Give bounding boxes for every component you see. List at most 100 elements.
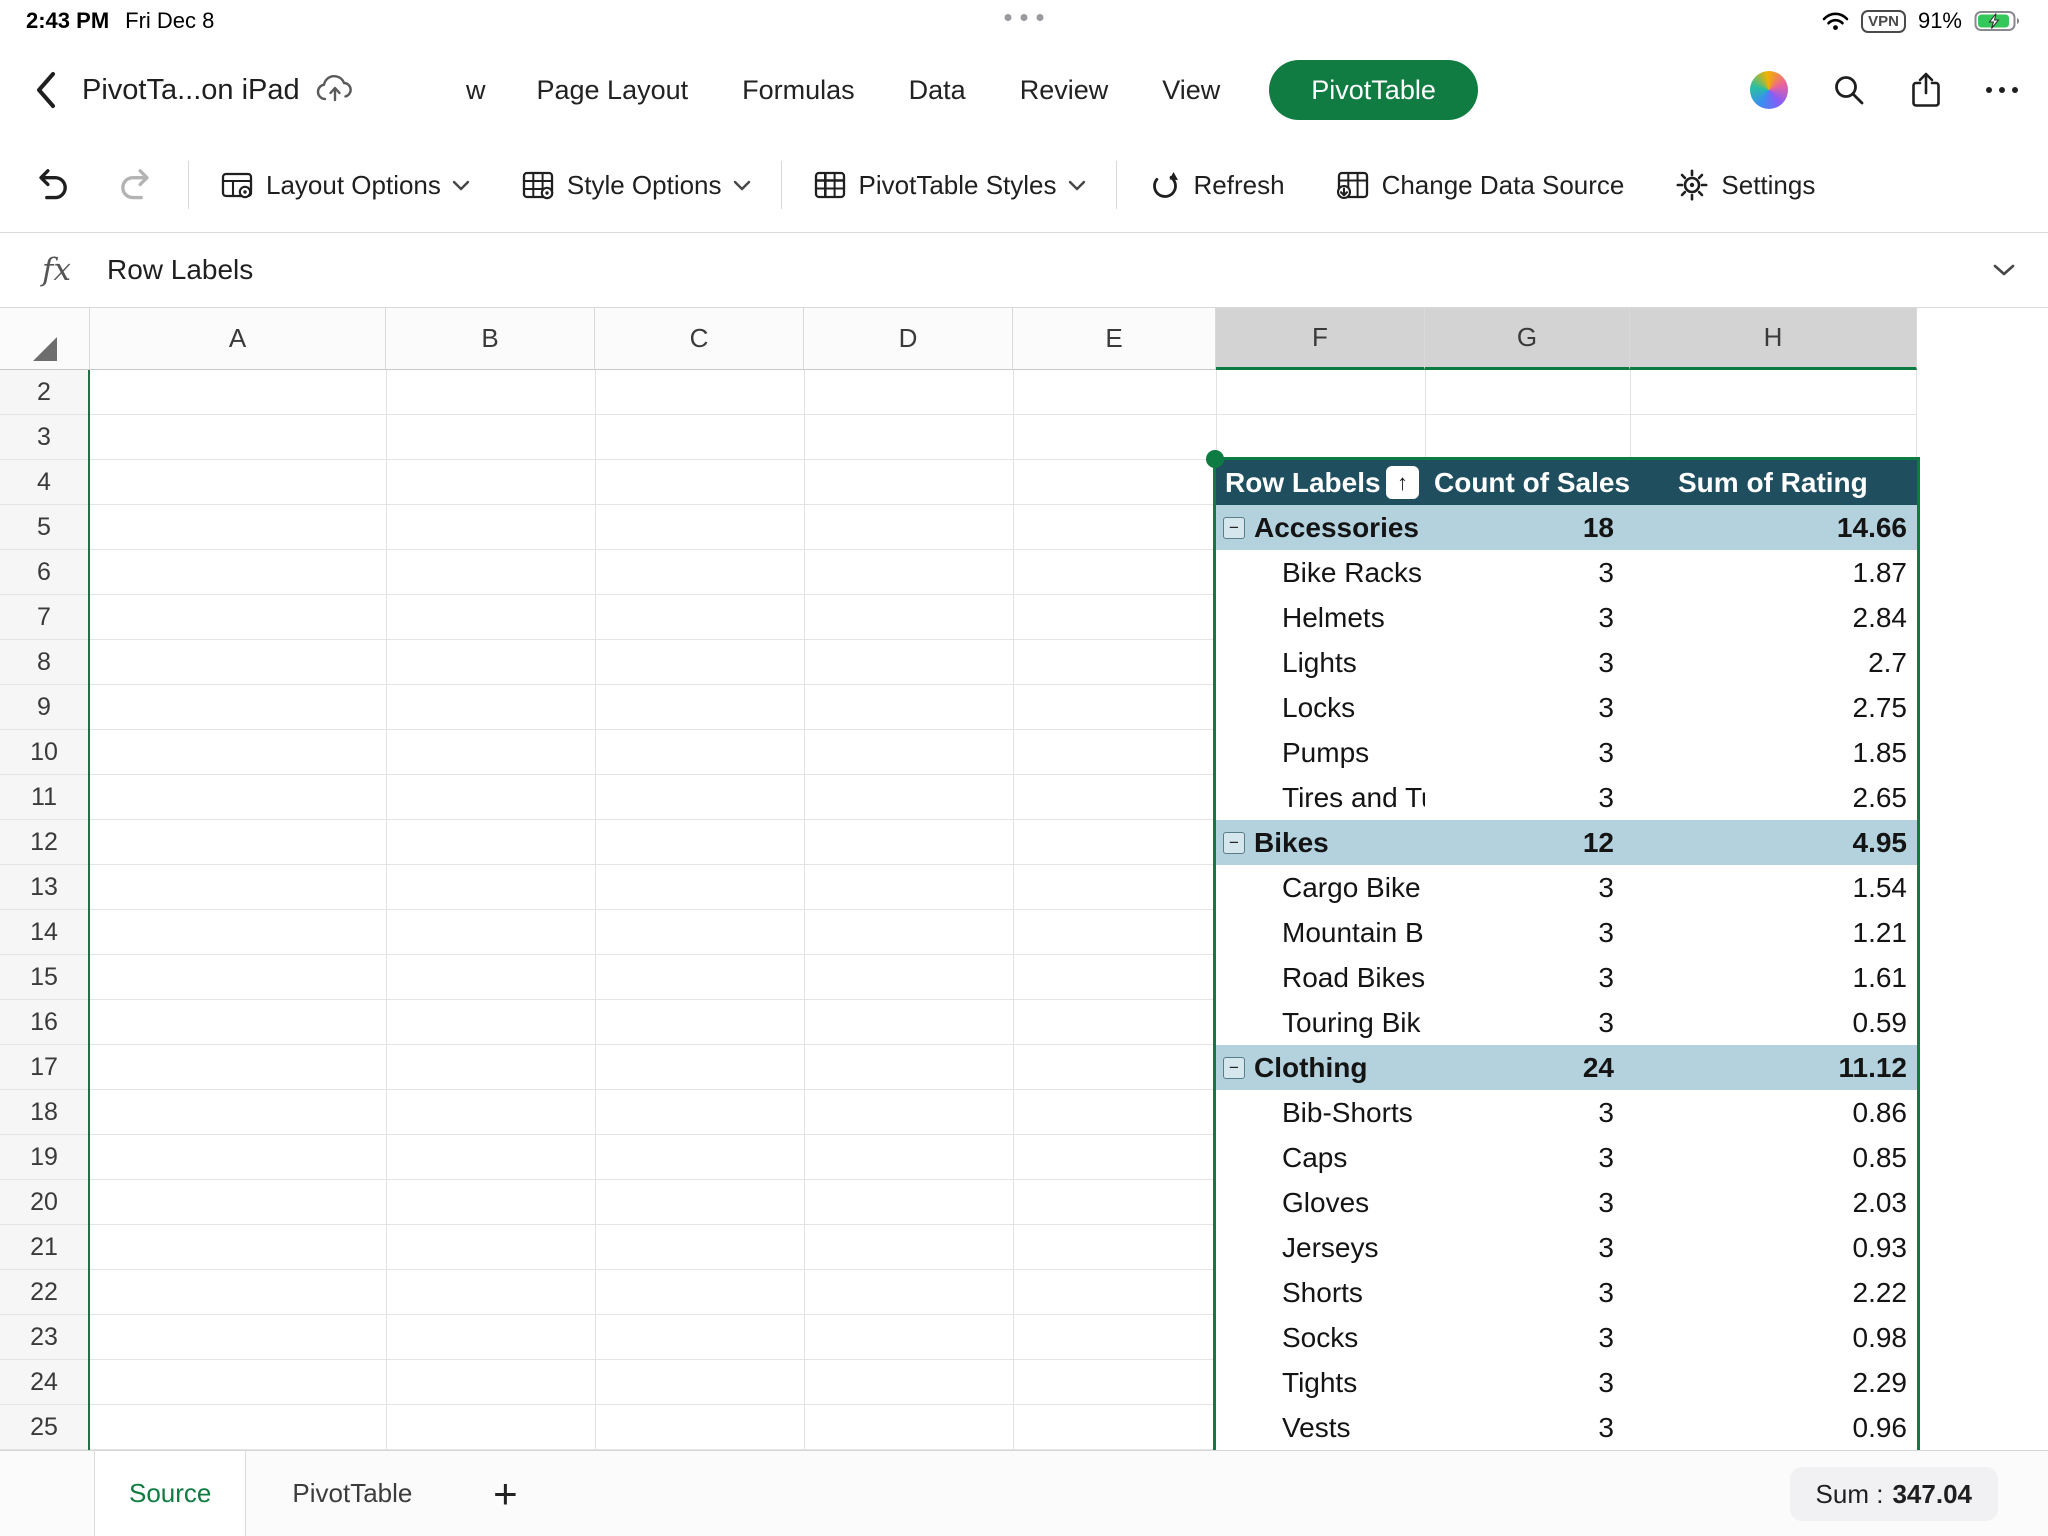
pivot-rating-cell[interactable]: 1.85 (1630, 730, 1917, 775)
row-header[interactable]: 24 (0, 1360, 88, 1405)
pivot-row[interactable]: − Lights 3 2.7 (1216, 640, 1917, 685)
formula-bar[interactable]: fx Row Labels (0, 232, 2048, 308)
pivot-label-cell[interactable]: − Road Bikes (1216, 955, 1425, 1000)
formula-bar-value[interactable]: Row Labels (107, 254, 253, 286)
pivot-row[interactable]: − Jerseys 3 0.93 (1216, 1225, 1917, 1270)
pivot-label-cell[interactable]: − Bikes (1216, 820, 1425, 865)
sort-ascending-icon[interactable]: ↑ (1386, 466, 1419, 499)
pivot-label-cell[interactable]: − Tires and Tu (1216, 775, 1425, 820)
pivot-header-count-cell[interactable]: Count of Sales (1425, 460, 1630, 505)
pivot-count-cell[interactable]: 18 (1425, 505, 1630, 550)
copilot-icon[interactable] (1750, 71, 1788, 109)
pivot-label-cell[interactable]: − Bib-Shorts (1216, 1090, 1425, 1135)
pivot-row[interactable]: − Gloves 3 2.03 (1216, 1180, 1917, 1225)
collapse-minus-icon[interactable]: − (1223, 832, 1245, 854)
pivot-count-cell[interactable]: 3 (1425, 1225, 1630, 1270)
row-header[interactable]: 13 (0, 865, 88, 910)
column-header[interactable]: F (1216, 308, 1425, 370)
sheet-tab[interactable]: PivotTable (246, 1451, 458, 1536)
pivot-label-cell[interactable]: − Shorts (1216, 1270, 1425, 1315)
pivot-count-cell[interactable]: 3 (1425, 595, 1630, 640)
pivot-count-cell[interactable]: 3 (1425, 955, 1630, 1000)
search-icon[interactable] (1832, 73, 1866, 107)
pivot-row[interactable]: − Bike Racks 3 1.87 (1216, 550, 1917, 595)
row-header[interactable]: 20 (0, 1180, 88, 1225)
add-sheet-button[interactable]: + (478, 1451, 532, 1536)
pivot-count-cell[interactable]: 24 (1425, 1045, 1630, 1090)
column-header[interactable]: D (804, 308, 1013, 370)
pivot-label-cell[interactable]: − Touring Bik (1216, 1000, 1425, 1045)
pivot-label-cell[interactable]: − Gloves (1216, 1180, 1425, 1225)
ribbon-tab[interactable]: Review (993, 75, 1136, 106)
pivot-header-row[interactable]: Row Labels ↑ Count of Sales Sum of Ratin… (1216, 460, 1917, 505)
pivot-row[interactable]: − Mountain B 3 1.21 (1216, 910, 1917, 955)
layout-options-button[interactable]: Layout Options (219, 167, 470, 203)
row-header[interactable]: 15 (0, 955, 88, 1000)
row-header[interactable]: 16 (0, 1000, 88, 1045)
pivot-count-cell[interactable]: 3 (1425, 1315, 1630, 1360)
pivot-count-cell[interactable]: 3 (1425, 1405, 1630, 1450)
pivot-label-cell[interactable]: − Tights (1216, 1360, 1425, 1405)
column-header[interactable]: C (595, 308, 804, 370)
pivot-count-cell[interactable]: 3 (1425, 910, 1630, 955)
row-header[interactable]: 25 (0, 1405, 88, 1450)
select-all-corner[interactable] (0, 308, 90, 370)
pivot-label-cell[interactable]: − Locks (1216, 685, 1425, 730)
pivot-rating-cell[interactable]: 2.75 (1630, 685, 1917, 730)
row-header[interactable]: 6 (0, 550, 88, 595)
pivot-row[interactable]: − Accessories 18 14.66 (1216, 505, 1917, 550)
ribbon-tab[interactable]: View (1135, 75, 1247, 106)
row-header[interactable]: 7 (0, 595, 88, 640)
pivot-row[interactable]: − Cargo Bike 3 1.54 (1216, 865, 1917, 910)
pivot-rating-cell[interactable]: 1.61 (1630, 955, 1917, 1000)
pivot-count-cell[interactable]: 3 (1425, 1090, 1630, 1135)
row-header[interactable]: 12 (0, 820, 88, 865)
cloud-sync-icon[interactable] (314, 74, 356, 106)
pivot-label-cell[interactable]: − Bike Racks (1216, 550, 1425, 595)
row-header[interactable]: 3 (0, 415, 88, 460)
row-header[interactable]: 19 (0, 1135, 88, 1180)
pivot-row[interactable]: − Vests 3 0.96 (1216, 1405, 1917, 1450)
pivot-row[interactable]: − Locks 3 2.75 (1216, 685, 1917, 730)
pivot-label-cell[interactable]: − Clothing (1216, 1045, 1425, 1090)
ribbon-tab[interactable]: Page Layout (510, 75, 716, 106)
row-header[interactable]: 18 (0, 1090, 88, 1135)
sheet-tab[interactable]: Source (94, 1451, 246, 1536)
pivot-row[interactable]: − Touring Bik 3 0.59 (1216, 1000, 1917, 1045)
row-header[interactable]: 21 (0, 1225, 88, 1270)
pivot-count-cell[interactable]: 3 (1425, 1180, 1630, 1225)
settings-button[interactable]: Settings (1674, 167, 1815, 203)
pivot-table[interactable]: Row Labels ↑ Count of Sales Sum of Ratin… (1216, 460, 1917, 1450)
redo-button[interactable] (116, 164, 158, 206)
pivot-row[interactable]: − Clothing 24 11.12 (1216, 1045, 1917, 1090)
pivot-count-cell[interactable]: 3 (1425, 1360, 1630, 1405)
change-data-source-button[interactable]: Change Data Source (1335, 167, 1625, 203)
pivot-count-cell[interactable]: 3 (1425, 550, 1630, 595)
pivot-label-cell[interactable]: − Mountain B (1216, 910, 1425, 955)
pivot-rating-cell[interactable]: 1.54 (1630, 865, 1917, 910)
pivottable-styles-button[interactable]: PivotTable Styles (812, 167, 1086, 203)
pivot-rating-cell[interactable]: 0.96 (1630, 1405, 1917, 1450)
column-header[interactable]: A (90, 308, 386, 370)
row-header[interactable]: 22 (0, 1270, 88, 1315)
row-header[interactable]: 2 (0, 370, 88, 415)
pivot-rating-cell[interactable]: 0.86 (1630, 1090, 1917, 1135)
pivot-rating-cell[interactable]: 0.59 (1630, 1000, 1917, 1045)
row-header[interactable]: 5 (0, 505, 88, 550)
more-options-icon[interactable] (1986, 71, 2018, 109)
row-header[interactable]: 17 (0, 1045, 88, 1090)
pivot-row[interactable]: − Shorts 3 2.22 (1216, 1270, 1917, 1315)
style-options-button[interactable]: Style Options (520, 167, 751, 203)
row-header[interactable]: 4 (0, 460, 88, 505)
pivot-label-cell[interactable]: − Lights (1216, 640, 1425, 685)
multitasking-dots-icon[interactable] (1005, 14, 1044, 21)
pivot-rating-cell[interactable]: 2.65 (1630, 775, 1917, 820)
pivot-rating-cell[interactable]: 11.12 (1630, 1045, 1917, 1090)
column-header[interactable]: E (1013, 308, 1216, 370)
pivot-row[interactable]: − Bikes 12 4.95 (1216, 820, 1917, 865)
pivot-count-cell[interactable]: 3 (1425, 1270, 1630, 1315)
pivot-label-cell[interactable]: − Accessories (1216, 505, 1425, 550)
undo-button[interactable] (30, 164, 72, 206)
row-header[interactable]: 14 (0, 910, 88, 955)
share-icon[interactable] (1910, 71, 1942, 109)
